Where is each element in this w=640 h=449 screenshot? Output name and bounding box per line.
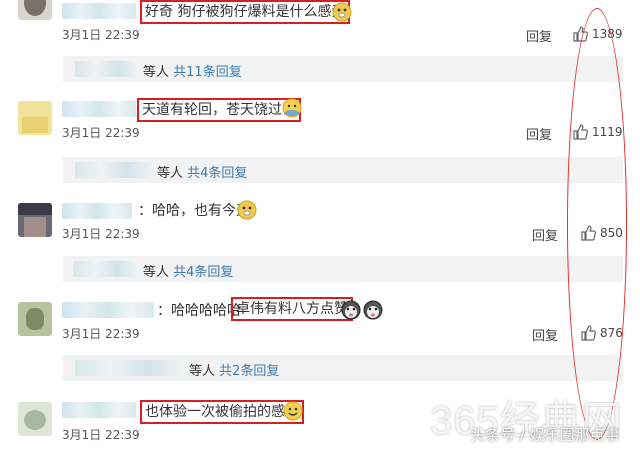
comment-time: 3月1日 22:39 bbox=[62, 428, 140, 442]
username-blurred[interactable] bbox=[62, 101, 136, 117]
doge-emoji-icon bbox=[332, 2, 352, 22]
reply-button[interactable]: 回复 bbox=[532, 325, 558, 344]
username-blurred[interactable] bbox=[62, 302, 154, 318]
avatar[interactable] bbox=[18, 101, 52, 135]
comment-time: 3月1日 22:39 bbox=[62, 28, 140, 42]
comment-text-highlighted: 好奇 狗仔被狗仔爆料是什么感受 bbox=[140, 0, 351, 24]
smile-emoji-icon bbox=[283, 401, 303, 421]
sub-replies-names-blurred bbox=[75, 162, 153, 178]
comment-text: ：哈哈哈哈哈 bbox=[157, 303, 241, 319]
sub-replies-summary: 等人 共4条回复 bbox=[157, 166, 248, 181]
view-replies-link[interactable]: 共4条回复 bbox=[173, 265, 233, 280]
comment-text-highlighted: 天道有轮回，苍天饶过谁 bbox=[137, 98, 301, 122]
avatar[interactable] bbox=[18, 302, 52, 336]
husky-emoji-icon bbox=[363, 300, 383, 320]
username-blurred[interactable] bbox=[62, 3, 136, 19]
doge-emoji-icon bbox=[237, 200, 257, 220]
sub-replies-bar: 等人 共2条回复 bbox=[63, 355, 623, 381]
comment-time: 3月1日 22:39 bbox=[62, 126, 140, 140]
avatar[interactable] bbox=[18, 402, 52, 436]
view-replies-link[interactable]: 共2条回复 bbox=[219, 364, 279, 379]
avatar[interactable] bbox=[18, 0, 52, 20]
reply-button[interactable]: 回复 bbox=[526, 26, 552, 45]
cover-face-emoji-icon bbox=[282, 98, 302, 118]
reply-button[interactable]: 回复 bbox=[532, 225, 558, 244]
sub-replies-summary: 等人 共4条回复 bbox=[143, 265, 234, 280]
username-blurred[interactable] bbox=[62, 203, 132, 219]
comment-text-highlighted: 卓伟有料八方点赞 bbox=[231, 297, 353, 321]
sub-replies-names-blurred bbox=[75, 360, 185, 376]
sub-replies-names-blurred bbox=[73, 261, 139, 277]
sub-replies-summary: 等人 共11条回复 bbox=[143, 65, 242, 80]
sub-replies-names-blurred bbox=[75, 61, 139, 77]
reply-button[interactable]: 回复 bbox=[526, 124, 552, 143]
husky-emoji-icon bbox=[341, 300, 361, 320]
sub-replies-bar: 等人 共11条回复 bbox=[63, 56, 623, 82]
highlight-ellipse bbox=[567, 8, 627, 440]
watermark-account: 头条号 / 娱乐圈那点事 bbox=[470, 426, 620, 444]
sub-replies-bar: 等人 共4条回复 bbox=[63, 157, 623, 183]
comment-time: 3月1日 22:39 bbox=[62, 327, 140, 341]
sub-replies-summary: 等人 共2条回复 bbox=[189, 364, 280, 379]
view-replies-link[interactable]: 共11条回复 bbox=[173, 65, 242, 80]
comment-time: 3月1日 22:39 bbox=[62, 227, 140, 241]
avatar[interactable] bbox=[18, 203, 52, 237]
sub-replies-bar: 等人 共4条回复 bbox=[63, 256, 623, 282]
username-blurred[interactable] bbox=[62, 402, 136, 418]
comment-text-highlighted: 也体验一次被偷拍的感受 bbox=[140, 400, 304, 424]
view-replies-link[interactable]: 共4条回复 bbox=[187, 166, 247, 181]
comment-text: ：哈哈，也有今天 bbox=[138, 203, 250, 219]
